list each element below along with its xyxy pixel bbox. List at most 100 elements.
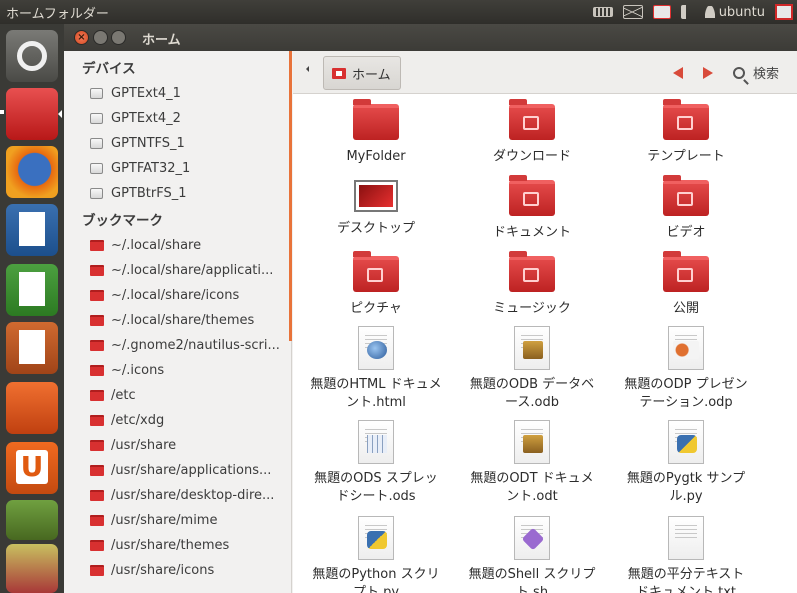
mail-icon[interactable]	[622, 5, 643, 19]
file-item[interactable]: デスクトップ	[301, 180, 451, 238]
sidebar-bookmark-item[interactable]: /usr/share/themes	[90, 533, 290, 557]
file-name: ダウンロード	[457, 148, 607, 166]
file-item[interactable]: 無題のODS スプレッ ドシート.ods	[301, 420, 451, 506]
sidebar-device-item[interactable]: GPTNTFS_1	[90, 131, 290, 155]
sidebar-bookmark-item[interactable]: ~/.local/share	[90, 233, 290, 257]
impress-launcher-icon[interactable]	[6, 322, 58, 374]
focused-indicator	[54, 110, 62, 118]
sidebar-item-label: GPTExt4_1	[111, 85, 181, 101]
file-item[interactable]: ミュージック	[457, 251, 607, 318]
file-name-line1: ドキュメント	[492, 225, 571, 240]
settings-launcher-icon[interactable]	[6, 500, 58, 540]
sidebar-bookmark-item[interactable]: ~/.local/share/icons	[90, 283, 290, 307]
sidebar-bookmark-item[interactable]: ~/.local/share/themes	[90, 308, 290, 332]
sidebar-bookmark-item[interactable]: /usr/share	[90, 433, 290, 457]
ubuntu-logo-icon	[17, 41, 47, 71]
file-item[interactable]: 無題のODP プレゼン テーション.odp	[611, 326, 761, 412]
file-name: ドキュメント	[457, 224, 607, 242]
sidebar-device-item[interactable]: GPTBtrFS_1	[90, 181, 290, 205]
minimize-button[interactable]	[93, 30, 108, 45]
network-icon[interactable]	[652, 5, 671, 19]
sidebar-bookmark-item[interactable]: /usr/share/icons	[90, 558, 290, 582]
calc-launcher-icon[interactable]	[6, 264, 58, 316]
file-grid: MyFolder ダウンロード テンプレートデスクトップ ドキュメント ビデオピクチャ ミ…	[293, 94, 797, 593]
drive-icon	[90, 112, 103, 124]
file-item[interactable]: ダウンロード	[457, 99, 607, 166]
folder-pictures-icon	[353, 251, 399, 292]
sidebar-item-label: /etc/xdg	[111, 412, 165, 428]
folder-download-icon	[509, 99, 555, 140]
file-item[interactable]: ビデオ	[611, 175, 761, 242]
back-arrow-icon[interactable]	[667, 67, 683, 79]
file-name-line1: 無題のODB データベ	[469, 377, 595, 392]
file-name: 公開	[611, 300, 761, 318]
search-button[interactable]: 検索	[733, 63, 779, 82]
keyboard-icon[interactable]	[592, 7, 613, 17]
forward-arrow-icon[interactable]	[703, 67, 719, 79]
file-manager-window: × ホーム デバイス GPTExt4_1 GPTExt4_2 GPTNTFS_1 GP…	[64, 24, 797, 593]
sidebar-bookmark-item[interactable]: ~/.icons	[90, 358, 290, 382]
close-button[interactable]: ×	[74, 30, 89, 45]
sidebar-bookmark-item[interactable]: ~/.gnome2/nautilus-scri...	[90, 333, 290, 357]
file-item[interactable]: 無題のPygtk サンプ ル.py	[611, 420, 761, 506]
file-item[interactable]: テンプレート	[611, 99, 761, 166]
writer-launcher-icon[interactable]	[6, 204, 58, 256]
file-item[interactable]: ドキュメント	[457, 175, 607, 242]
odb-doc-icon	[514, 326, 550, 370]
devices-header: デバイス	[82, 61, 136, 77]
file-name: デスクトップ	[301, 220, 451, 238]
desktop-folder-icon	[354, 180, 398, 212]
file-item[interactable]: ピクチャ	[301, 251, 451, 318]
folder-icon	[90, 539, 104, 551]
breadcrumb-home[interactable]: ホーム	[323, 56, 401, 90]
firefox-launcher-icon[interactable]	[6, 146, 58, 198]
sidebar-bookmark-item[interactable]: ~/.local/share/applicati...	[90, 258, 290, 282]
python-doc-icon	[358, 516, 394, 560]
folder-videos-icon	[663, 175, 709, 216]
power-icon[interactable]	[775, 4, 793, 20]
dash-button[interactable]	[6, 30, 58, 82]
file-name-line1: MyFolder	[346, 149, 406, 164]
drive-icon	[90, 137, 103, 149]
sidebar-item-label: /usr/share/applications...	[111, 462, 272, 478]
folder-music-icon	[509, 251, 555, 292]
file-name-line2: ト.sh	[515, 585, 549, 593]
stacked-launcher-icons[interactable]	[6, 544, 58, 593]
maximize-button[interactable]	[111, 30, 126, 45]
file-name-line1: ダウンロード	[492, 149, 571, 164]
file-name-line2: ル.py	[669, 489, 703, 504]
sidebar-bookmark-item[interactable]: /etc	[90, 383, 290, 407]
file-name-line2: ース.odb	[505, 395, 559, 410]
user-menu[interactable]: ubuntu	[704, 5, 765, 20]
sidebar-item-label: /usr/share/desktop-dire...	[111, 487, 275, 503]
sidebar-item-label: ~/.local/share	[111, 237, 202, 253]
file-item[interactable]: 無題のPython スクリ プト.py	[301, 516, 451, 593]
files-launcher-icon[interactable]	[6, 88, 58, 140]
sidebar-device-item[interactable]: GPTExt4_1	[90, 81, 290, 105]
file-item[interactable]: 無題のHTML ドキュメ ント.html	[301, 326, 451, 412]
file-name-line1: 無題のHTML ドキュメ	[310, 377, 442, 392]
volume-icon[interactable]	[680, 5, 695, 19]
file-item[interactable]: 公開	[611, 251, 761, 318]
ubuntu-one-launcher-icon[interactable]: U	[6, 442, 58, 494]
file-name-line1: 無題のODP プレゼン	[624, 377, 748, 392]
sidebar-resize-handle[interactable]	[289, 51, 292, 341]
file-item[interactable]: 無題のShell スクリプ ト.sh	[457, 516, 607, 593]
sidebar-bookmark-item[interactable]: /usr/share/mime	[90, 508, 290, 532]
file-item[interactable]: 無題のODT ドキュメ ント.odt	[457, 420, 607, 506]
path-left-arrow-icon[interactable]	[303, 66, 309, 72]
sidebar-device-item[interactable]: GPTExt4_2	[90, 106, 290, 130]
sidebar-bookmark-item[interactable]: /etc/xdg	[90, 408, 290, 432]
sidebar-bookmark-item[interactable]: /usr/share/applications...	[90, 458, 290, 482]
folder-icon	[90, 364, 104, 376]
sidebar-bookmark-item[interactable]: /usr/share/desktop-dire...	[90, 483, 290, 507]
software-center-launcher-icon[interactable]	[6, 382, 58, 434]
file-name: 無題のPygtk サンプ ル.py	[611, 470, 761, 506]
file-item[interactable]: 無題の平分テキスト ドキュメント.txt	[611, 516, 761, 593]
folder-public-icon	[663, 251, 709, 292]
folder-icon	[353, 99, 399, 140]
shell-doc-icon	[514, 516, 550, 560]
sidebar-device-item[interactable]: GPTFAT32_1	[90, 156, 290, 180]
file-item[interactable]: 無題のODB データベ ース.odb	[457, 326, 607, 412]
file-item[interactable]: MyFolder	[301, 99, 451, 166]
